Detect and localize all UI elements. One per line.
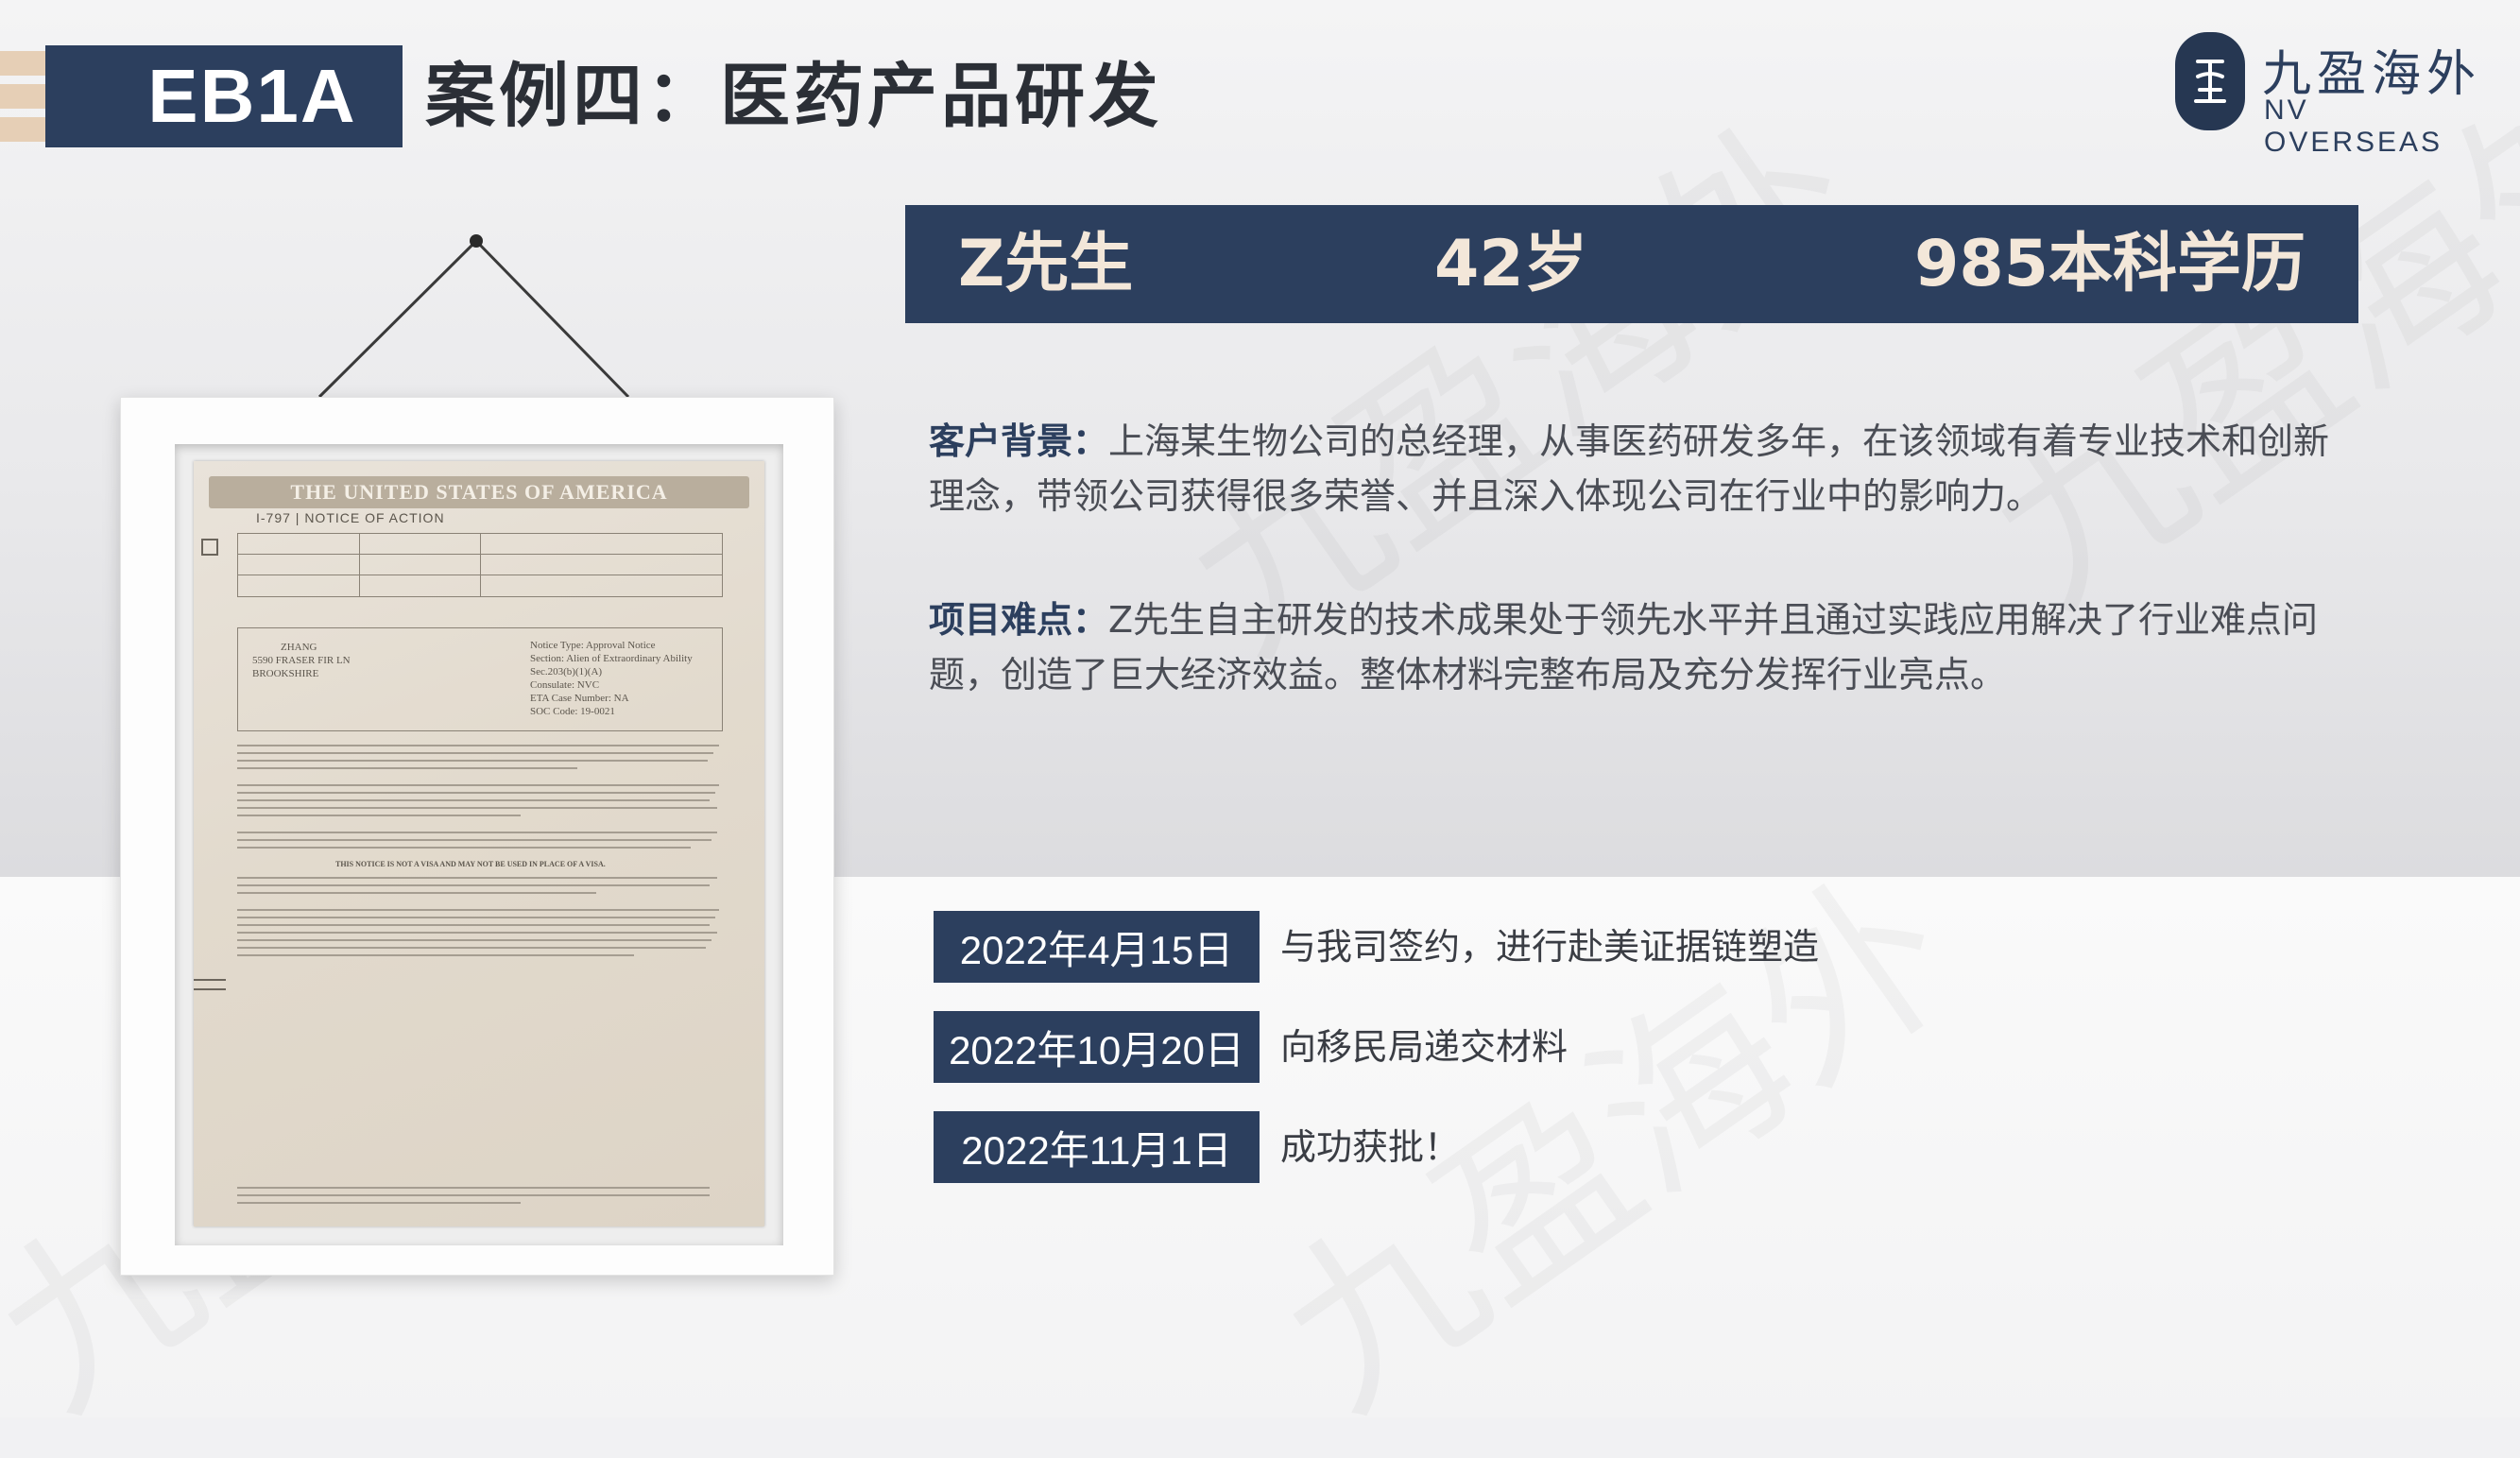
timeline-text: 与我司签约，进行赴美证据链塑造	[1280, 926, 1820, 968]
notice-subheading: I-797 | NOTICE OF ACTION	[256, 510, 445, 525]
page-title: 案例四：医药产品研发	[425, 56, 1162, 137]
timeline-date: 2022年4月15日	[934, 911, 1260, 983]
project-difficulty: 项目难点：Z先生自主研发的技术成果处于领先水平并且通过实践应用解决了行业难点问题…	[929, 592, 2346, 702]
case-info-table	[237, 533, 723, 597]
company-logo: 九盈海外 NV OVERSEAS	[2175, 32, 2496, 158]
address-box	[237, 627, 723, 731]
hanging-string	[317, 234, 630, 399]
margin-mark	[194, 988, 226, 990]
project-difficulty-label: 项目难点：	[929, 599, 1109, 641]
client-age: 42岁	[1434, 227, 1588, 301]
barcode-icon	[201, 539, 218, 556]
client-name: Z先生	[958, 227, 1134, 301]
approval-notice-image: THE UNITED STATES OF AMERICA I-797 | NOT…	[194, 461, 764, 1226]
category-tag-label: EB1A	[147, 54, 357, 138]
notice-heading: THE UNITED STATES OF AMERICA	[209, 476, 749, 508]
frame-mat: THE UNITED STATES OF AMERICA I-797 | NOT…	[175, 444, 783, 1245]
profile-banner: Z先生 42岁 985本科学历	[905, 205, 2358, 323]
project-difficulty-text: Z先生自主研发的技术成果处于领先水平并且通过实践应用解决了行业难点问题，创造了巨…	[929, 599, 2319, 695]
notice-visa-warning: THIS NOTICE IS NOT A VISA AND MAY NOT BE…	[335, 860, 606, 868]
margin-mark	[194, 979, 226, 981]
client-background: 客户背景：上海某生物公司的总经理，从事医药研发多年，在该领域有着专业技术和创新理…	[929, 414, 2346, 523]
seal-icon	[2175, 32, 2245, 130]
client-education: 985本科学历	[1914, 227, 2306, 301]
category-tag: EB1A	[45, 45, 403, 147]
timeline-date: 2022年11月1日	[934, 1111, 1260, 1183]
timeline-text: 成功获批！	[1280, 1126, 1461, 1168]
logo-name-en: NV OVERSEAS	[2264, 94, 2443, 158]
picture-frame: THE UNITED STATES OF AMERICA I-797 | NOT…	[120, 397, 834, 1276]
timeline-text: 向移民局递交材料	[1280, 1026, 1569, 1068]
client-background-label: 客户背景：	[929, 420, 1109, 462]
timeline-date: 2022年10月20日	[934, 1011, 1260, 1083]
client-background-text: 上海某生物公司的总经理，从事医药研发多年，在该领域有着专业技术和创新理念，带领公…	[929, 420, 2330, 517]
